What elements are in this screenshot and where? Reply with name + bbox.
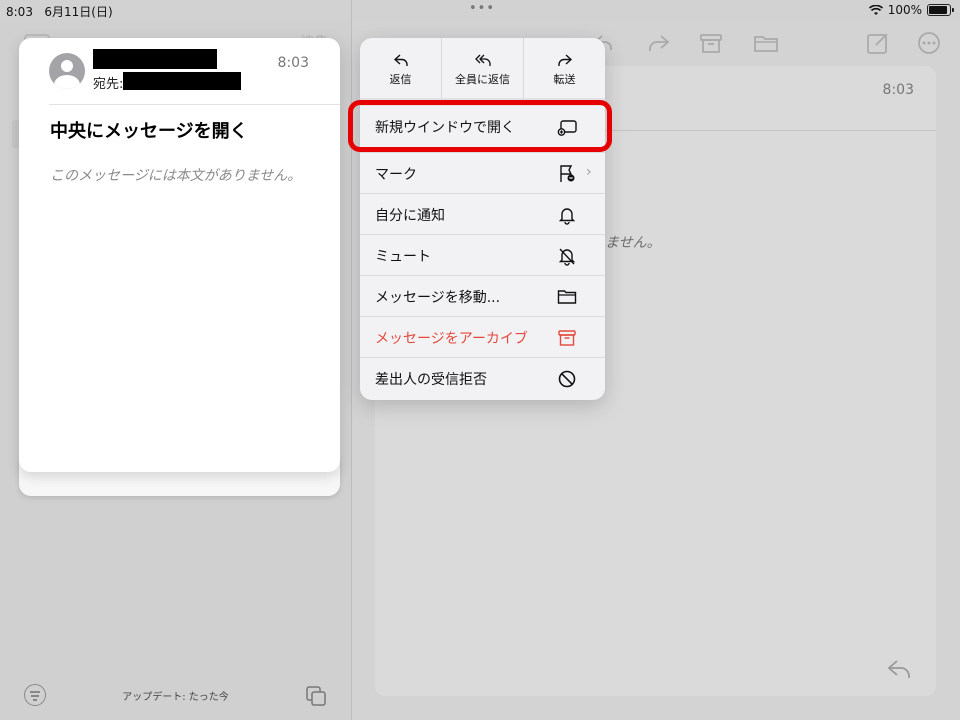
highlight-annotation (348, 100, 612, 152)
status-date: 6月11日(日) (44, 5, 113, 19)
bell-slash-icon (558, 248, 576, 266)
multitasking-dots-icon[interactable]: ••• (469, 1, 495, 16)
forward-toolbar-icon[interactable] (646, 30, 672, 56)
compose-toolbar-icon[interactable] (865, 30, 891, 56)
forward-icon (557, 54, 572, 66)
block-icon (558, 370, 576, 388)
status-right: 100% (868, 3, 954, 17)
reply-action[interactable]: 返信 (360, 38, 442, 98)
folder-toolbar-icon[interactable] (753, 30, 779, 56)
preview-time: 8:03 (277, 55, 309, 71)
preview-divider (49, 104, 340, 105)
context-menu: 返信 全員に返信 転送 新規ウインドウで開く マーク › 自分に通知 ミュート … (360, 38, 605, 400)
flag-icon (560, 165, 575, 182)
archive-toolbar-icon[interactable] (698, 30, 724, 56)
preview-subject: 中央にメッセージを開く (50, 121, 248, 142)
menu-item-label: マーク (375, 167, 417, 183)
status-left: 8:03 6月11日(日) (6, 3, 113, 20)
reply-icon (393, 54, 408, 66)
menu-item-archive-message[interactable]: メッセージをアーカイブ (360, 316, 605, 358)
avatar (49, 53, 85, 89)
menu-item-label: 差出人の受信拒否 (375, 372, 487, 388)
redacted-sender (93, 49, 217, 69)
menu-item-label: メッセージをアーカイブ (375, 331, 528, 347)
battery-icon (927, 4, 951, 16)
menu-item-mark[interactable]: マーク › (360, 152, 605, 194)
detail-body-text: ません。 (605, 235, 661, 251)
detail-time: 8:03 (882, 82, 914, 98)
menu-item-mute[interactable]: ミュート (360, 234, 605, 276)
menu-item-move-message[interactable]: メッセージを移動... (360, 275, 605, 317)
reply-label: 返信 (389, 73, 412, 86)
message-preview-card[interactable]: 宛先: 8:03 中央にメッセージを開く このメッセージには本文がありません。 (19, 38, 340, 472)
forward-action[interactable]: 転送 (524, 38, 605, 98)
more-toolbar-icon[interactable] (916, 30, 942, 56)
menu-item-notify-me[interactable]: 自分に通知 (360, 193, 605, 235)
menu-item-label: 自分に通知 (375, 208, 445, 224)
bell-icon (558, 208, 576, 225)
folder-icon (557, 290, 577, 304)
menu-item-block-sender[interactable]: 差出人の受信拒否 (360, 357, 605, 399)
preview-body: このメッセージには本文がありません。 (50, 168, 302, 184)
reply-all-icon (474, 54, 491, 66)
wifi-icon (868, 4, 883, 15)
reply-all-action[interactable]: 全員に返信 (442, 38, 524, 98)
compose-stack-icon[interactable] (306, 686, 326, 706)
battery-percent: 100% (887, 3, 922, 17)
reply-all-label: 全員に返信 (455, 73, 510, 86)
archive-icon (558, 330, 576, 346)
menu-item-label: ミュート (375, 249, 431, 265)
redacted-recipient (123, 72, 241, 90)
menu-item-label: メッセージを移動... (375, 290, 501, 306)
chevron-right-icon: › (586, 164, 592, 180)
menu-top-actions: 返信 全員に返信 転送 (360, 38, 605, 98)
battery-tip (952, 8, 954, 12)
to-label: 宛先: (93, 77, 124, 92)
forward-label: 転送 (553, 73, 576, 86)
status-time: 8:03 (6, 5, 33, 19)
status-bar: 8:03 6月11日(日) ••• 100% (0, 0, 960, 20)
reply-icon[interactable] (886, 658, 912, 680)
update-status-text: アップデート: たった今 (122, 692, 229, 703)
